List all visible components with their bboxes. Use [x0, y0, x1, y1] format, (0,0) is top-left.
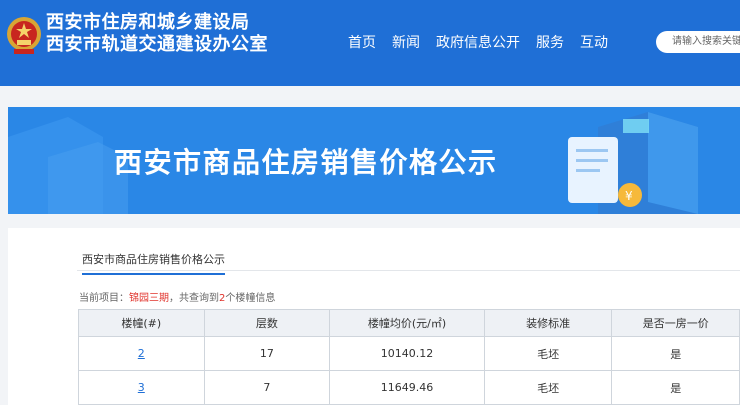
nav-service[interactable]: 服务: [536, 32, 564, 52]
site-title-line1: 西安市住房和城乡建设局: [46, 12, 250, 33]
building-table: 楼幢(#) 层数 楼幢均价(元/㎡) 装修标准 是否一房一价 2 17 1014…: [78, 309, 740, 405]
site-title-line2: 西安市轨道交通建设办公室: [46, 34, 268, 55]
col-floors: 层数: [203, 309, 331, 337]
nav-news[interactable]: 新闻: [392, 32, 420, 52]
decoration-cell: 毛坯: [483, 336, 613, 371]
one-price-cell: 是: [611, 336, 740, 371]
tab-divider: [77, 270, 740, 271]
col-avg-price: 楼幢均价(元/㎡): [329, 309, 485, 337]
page-banner: ¥ 西安市商品住房销售价格公示: [8, 107, 740, 214]
building-link[interactable]: 3: [138, 381, 145, 394]
floors-cell: 7: [203, 370, 331, 405]
table-row: 2 17 10140.12 毛坯 是: [78, 336, 740, 371]
table-header-row: 楼幢(#) 层数 楼幢均价(元/㎡) 装修标准 是否一房一价: [78, 309, 740, 337]
building-cell: 3: [78, 370, 205, 405]
col-building: 楼幢(#): [78, 309, 205, 337]
site-title[interactable]: 西安市住房和城乡建设局 西安市轨道交通建设办公室: [46, 12, 268, 56]
decoration-cell: 毛坯: [483, 370, 613, 405]
search-input[interactable]: 请输入搜索关键: [656, 31, 740, 53]
col-decoration: 装修标准: [483, 309, 613, 337]
one-price-cell: 是: [611, 370, 740, 405]
nav-gov-info[interactable]: 政府信息公开: [436, 32, 520, 52]
avg-price-cell: 11649.46: [329, 370, 485, 405]
building-link[interactable]: 2: [138, 347, 145, 360]
project-suffix: 个楼幢信息: [225, 293, 276, 304]
project-prefix: 当前项目：: [79, 293, 129, 304]
project-mid: ，共查询到: [169, 293, 219, 304]
tab-price-notice[interactable]: 西安市商品住房销售价格公示: [82, 251, 225, 275]
svg-text:¥: ¥: [625, 189, 633, 203]
banner-title: 西安市商品住房销售价格公示: [114, 146, 498, 179]
building-cell: 2: [78, 336, 205, 371]
nav-home[interactable]: 首页: [348, 32, 376, 52]
project-summary: 当前项目：锦园三期，共查询到2个楼幢信息: [79, 289, 275, 304]
avg-price-cell: 10140.12: [329, 336, 485, 371]
national-emblem-icon: [7, 17, 41, 54]
col-one-price: 是否一房一价: [611, 309, 740, 337]
site-header: 西安市住房和城乡建设局 西安市轨道交通建设办公室 首页 新闻 政府信息公开 服务…: [0, 0, 740, 86]
table-row: 3 7 11649.46 毛坯 是: [78, 370, 740, 405]
nav-interact[interactable]: 互动: [580, 32, 608, 52]
main-nav: 首页 新闻 政府信息公开 服务 互动: [348, 32, 608, 52]
floors-cell: 17: [203, 336, 331, 371]
project-name: 锦园三期: [129, 293, 169, 304]
